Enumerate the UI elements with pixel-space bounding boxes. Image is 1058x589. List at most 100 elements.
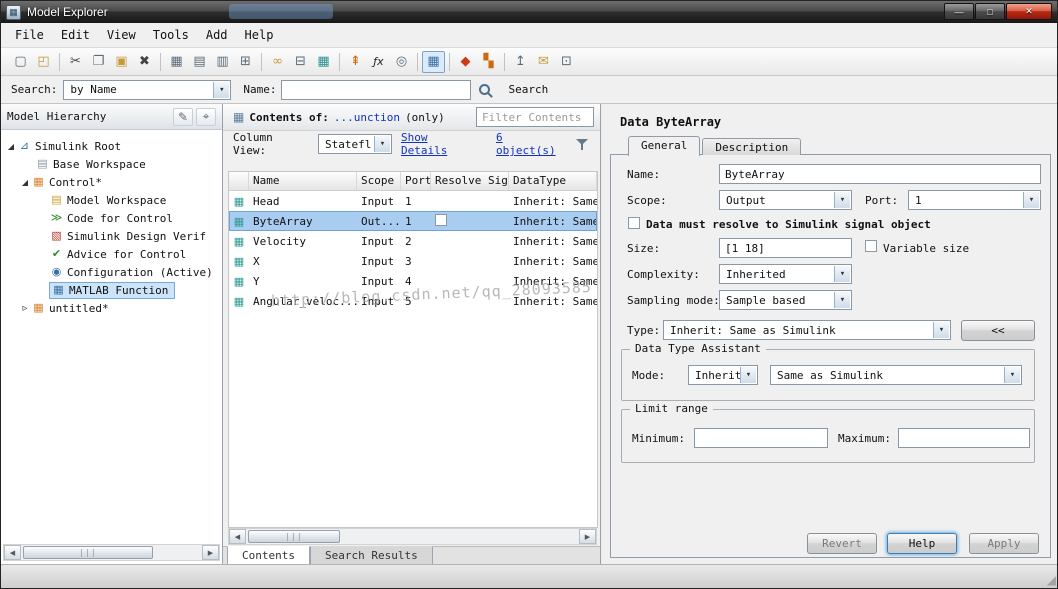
minimum-field[interactable] bbox=[694, 428, 828, 448]
show-details-link[interactable]: Show Details bbox=[401, 131, 477, 157]
tree-item-base-workspace[interactable]: ▤ Base Workspace bbox=[1, 155, 222, 173]
filter-contents-input[interactable] bbox=[476, 107, 594, 127]
table-row[interactable]: ▦ Angular_veloc... Input 5 Inherit: Same bbox=[229, 291, 597, 311]
tree-item-matlab-function[interactable]: ▦ MATLAB Function bbox=[1, 281, 222, 299]
copy-icon[interactable]: ❐ bbox=[87, 51, 110, 73]
sampling-mode-select[interactable]: Sample based bbox=[719, 290, 852, 310]
menu-add[interactable]: Add bbox=[200, 24, 239, 46]
mail-icon[interactable]: ✉ bbox=[532, 51, 555, 73]
tab-general[interactable]: General bbox=[628, 136, 701, 156]
scroll-left-icon[interactable]: ◀ bbox=[4, 545, 21, 560]
scrollbar-thumb[interactable]: ||| bbox=[23, 546, 153, 559]
stateflow-icon[interactable]: ▚ bbox=[477, 51, 500, 73]
tree-item-design-verifier[interactable]: ▧ Simulink Design Verif bbox=[1, 227, 222, 245]
table-view-icon[interactable]: ▦ bbox=[422, 50, 445, 73]
maximum-field[interactable] bbox=[898, 428, 1030, 448]
scroll-right-icon[interactable]: ▶ bbox=[579, 529, 596, 544]
tree-item-simulink-root[interactable]: ⊿ Simulink Root bbox=[1, 137, 222, 155]
tree-item-model-workspace[interactable]: ▤ Model Workspace bbox=[1, 191, 222, 209]
revert-button[interactable]: Revert bbox=[807, 533, 877, 554]
delete-icon[interactable]: ✖ bbox=[133, 51, 156, 73]
collapse-type-assistant-button[interactable]: << bbox=[961, 320, 1035, 341]
tree-item-advice[interactable]: ✔ Advice for Control bbox=[1, 245, 222, 263]
menu-file[interactable]: File bbox=[9, 24, 55, 46]
show-library-icon[interactable]: ▥ bbox=[211, 51, 234, 73]
menu-help[interactable]: Help bbox=[239, 24, 285, 46]
data-view-icon[interactable]: ▦ bbox=[312, 51, 335, 73]
filter-icon[interactable] bbox=[575, 137, 590, 152]
search-name-input[interactable] bbox=[281, 79, 472, 100]
column-header-resolve-signal[interactable]: Resolve Signal bbox=[431, 172, 509, 190]
export-icon[interactable]: ↥ bbox=[509, 51, 532, 73]
tree-item-code-for-control[interactable]: ≫ Code for Control bbox=[1, 209, 222, 227]
resolve-signal-checkbox[interactable] bbox=[435, 213, 447, 226]
unlink-icon[interactable]: ⊟ bbox=[289, 51, 312, 73]
column-header-scope[interactable]: Scope bbox=[357, 172, 401, 190]
contents-hscrollbar[interactable]: ◀ ||| ▶ bbox=[228, 528, 597, 545]
dta-type-select[interactable]: Same as Simulink bbox=[770, 365, 1022, 385]
scrollbar-thumb[interactable]: ||| bbox=[248, 530, 340, 543]
scope-icon[interactable]: ◎ bbox=[390, 51, 413, 73]
column-header-name[interactable]: Name bbox=[249, 172, 357, 190]
variable-size-checkbox[interactable] bbox=[865, 240, 877, 252]
function-icon[interactable]: ƒx bbox=[367, 51, 390, 73]
scope-select[interactable]: Output bbox=[719, 190, 852, 210]
new-model-icon[interactable]: ▢ bbox=[9, 51, 32, 73]
open-model-icon[interactable]: ◰ bbox=[32, 51, 55, 73]
menu-view[interactable]: View bbox=[101, 24, 147, 46]
column-header-datatype[interactable]: DataType bbox=[509, 172, 597, 190]
tree-item-control[interactable]: ▦ Control* bbox=[1, 173, 222, 191]
port-select[interactable]: 1 bbox=[908, 190, 1041, 210]
icon-column-header[interactable] bbox=[229, 172, 249, 190]
table-row[interactable]: ▦ Velocity Input 2 Inherit: Same bbox=[229, 231, 597, 251]
simulink-library-icon[interactable]: ◆ bbox=[454, 51, 477, 73]
size-field[interactable] bbox=[719, 238, 852, 258]
contents-target-link[interactable]: ...unction bbox=[334, 111, 400, 124]
maximize-button[interactable]: □ bbox=[975, 3, 1005, 20]
tree-item-configuration[interactable]: ◉ Configuration (Active) bbox=[1, 263, 222, 281]
scroll-left-icon[interactable]: ◀ bbox=[229, 529, 246, 544]
table-row-selected[interactable]: ▦ ByteArray Out... 1 Inherit: Same bbox=[229, 211, 597, 231]
tab-description[interactable]: Description bbox=[702, 138, 802, 155]
collapse-toggle-icon[interactable] bbox=[5, 142, 17, 151]
layout-icon[interactable]: ⊞ bbox=[234, 51, 257, 73]
title-bar[interactable]: ▦ Model Explorer — □ ✕ bbox=[1, 1, 1057, 23]
dta-mode-select[interactable]: Inherit bbox=[688, 365, 758, 385]
tab-search-results[interactable]: Search Results bbox=[309, 546, 433, 566]
search-type-select[interactable]: by Name bbox=[63, 79, 232, 100]
expand-all-icon[interactable]: ▦ bbox=[165, 51, 188, 73]
hierarchy-hscrollbar[interactable]: ◀ ||| ▶ bbox=[3, 544, 220, 561]
name-field[interactable] bbox=[719, 164, 1041, 184]
data-must-resolve-checkbox[interactable] bbox=[628, 217, 640, 229]
help-button[interactable]: Help bbox=[887, 533, 957, 554]
import-signal-icon[interactable]: ⇞ bbox=[344, 51, 367, 73]
minimize-button[interactable]: — bbox=[944, 3, 974, 20]
object-count-link[interactable]: 6 object(s) bbox=[496, 131, 566, 157]
scroll-right-icon[interactable]: ▶ bbox=[202, 545, 219, 560]
tree-item-untitled[interactable]: ▦ untitled* bbox=[1, 299, 222, 317]
table-row[interactable]: ▦ Head Input 1 Inherit: Same bbox=[229, 191, 597, 211]
search-icon-button[interactable] bbox=[479, 84, 491, 95]
paste-icon[interactable]: ▣ bbox=[110, 51, 133, 73]
search-button[interactable]: Search bbox=[508, 83, 548, 96]
cut-icon[interactable]: ✂ bbox=[64, 51, 87, 73]
resize-grip[interactable]: ◢ bbox=[1047, 573, 1056, 587]
close-button[interactable]: ✕ bbox=[1006, 3, 1052, 20]
column-view-select[interactable]: Statefl bbox=[318, 134, 392, 154]
collapse-all-icon[interactable]: ▤ bbox=[188, 51, 211, 73]
table-row[interactable]: ▦ X Input 3 Inherit: Same bbox=[229, 251, 597, 271]
expand-toggle-icon[interactable] bbox=[19, 303, 31, 314]
print-icon[interactable]: ⊡ bbox=[555, 51, 578, 73]
collapse-toggle-icon[interactable] bbox=[19, 178, 31, 187]
menu-edit[interactable]: Edit bbox=[55, 24, 101, 46]
tab-contents[interactable]: Contents bbox=[227, 546, 310, 566]
apply-button[interactable]: Apply bbox=[969, 533, 1039, 554]
edit-icon[interactable]: ✎ bbox=[173, 107, 193, 126]
preview-icon[interactable]: ⌖ bbox=[196, 107, 216, 126]
complexity-select[interactable]: Inherited bbox=[719, 264, 852, 284]
link-icon[interactable]: ∞ bbox=[266, 51, 289, 73]
table-row[interactable]: ▦ Y Input 4 Inherit: Same bbox=[229, 271, 597, 291]
column-header-port[interactable]: Port bbox=[401, 172, 431, 190]
type-select[interactable]: Inherit: Same as Simulink bbox=[663, 320, 951, 340]
menu-tools[interactable]: Tools bbox=[147, 24, 200, 46]
